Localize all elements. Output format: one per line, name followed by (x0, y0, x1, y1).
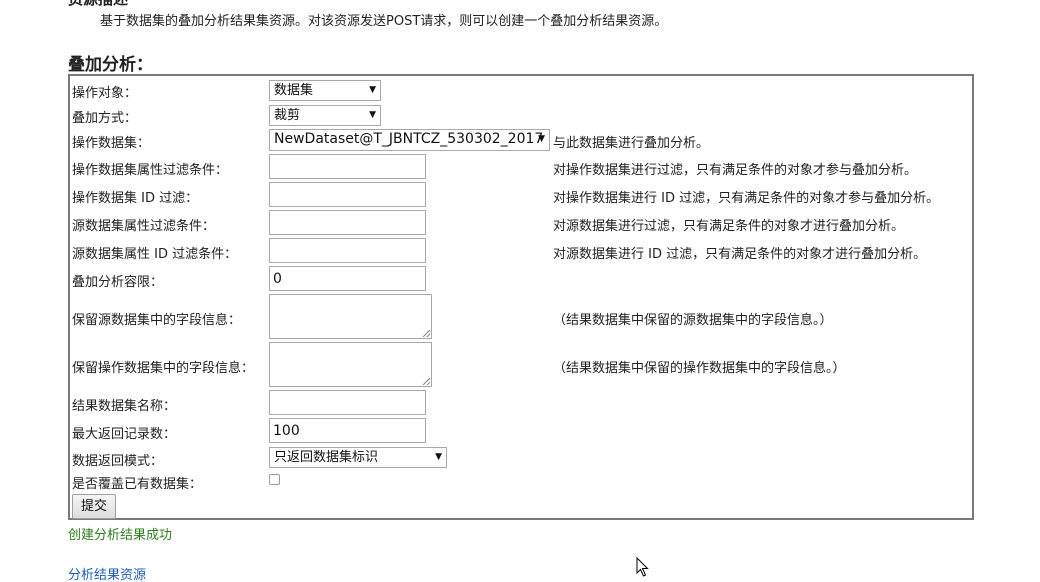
source-id-filter-label: 源数据集属性 ID 过滤条件： (72, 247, 238, 262)
mouse-cursor-icon (636, 557, 649, 577)
source-attr-filter-input[interactable] (269, 210, 426, 235)
operate-fields-wrapper (269, 342, 432, 387)
max-records-input[interactable] (269, 418, 426, 443)
row-source-fields: 保留源数据集中的字段信息： （结果数据集中保留的源数据集中的字段信息。） (70, 294, 972, 340)
result-name-input[interactable] (269, 390, 426, 415)
row-operate-object: 操作对象： 数据集 ▼ (70, 78, 972, 101)
row-result-name: 结果数据集名称： (70, 390, 972, 416)
row-overwrite: 是否覆盖已有数据集： (70, 472, 972, 492)
success-message: 创建分析结果成功 (68, 528, 173, 543)
intro-text: 基于数据集的叠加分析结果集资源。对该资源发送POST请求，则可以创建一个叠加分析… (100, 14, 668, 29)
operate-attr-filter-desc: 对操作数据集进行过滤，只有满足条件的对象才参与叠加分析。 (553, 163, 918, 178)
operate-id-filter-input[interactable] (269, 182, 426, 207)
row-max-records: 最大返回记录数： (70, 418, 972, 444)
return-mode-select[interactable]: 只返回数据集标识 ▼ (269, 447, 447, 468)
analysis-result-link[interactable]: 分析结果资源 (68, 564, 146, 582)
row-operate-fields: 保留操作数据集中的字段信息： （结果数据集中保留的操作数据集中的字段信息。） (70, 342, 972, 388)
row-return-mode: 数据返回模式： 只返回数据集标识 ▼ (70, 446, 972, 470)
source-attr-filter-desc: 对源数据集进行过滤，只有满足条件的对象才进行叠加分析。 (553, 219, 905, 234)
overlay-mode-label: 叠加方式： (72, 111, 138, 126)
result-name-label: 结果数据集名称： (72, 399, 177, 414)
resize-grip-icon[interactable] (423, 330, 430, 337)
operate-attr-filter-label: 操作数据集属性过滤条件： (72, 163, 229, 178)
row-operate-id-filter: 操作数据集 ID 过滤： 对操作数据集进行 ID 过滤，只有满足条件的对象才参与… (70, 182, 972, 208)
page-root: 资源描述 基于数据集的叠加分析结果集资源。对该资源发送POST请求，则可以创建一… (0, 0, 1040, 582)
row-source-attr-filter: 源数据集属性过滤条件： 对源数据集进行过滤，只有满足条件的对象才进行叠加分析。 (70, 210, 972, 236)
source-id-filter-input[interactable] (269, 238, 426, 263)
resize-grip-icon[interactable] (423, 378, 430, 385)
return-mode-value: 只返回数据集标识 (274, 450, 379, 465)
operate-fields-desc: （结果数据集中保留的操作数据集中的字段信息。） (553, 361, 846, 376)
operate-dataset-label: 操作数据集： (72, 136, 151, 151)
row-overlay-mode: 叠加方式： 裁剪 ▼ (70, 103, 972, 126)
source-fields-wrapper (269, 294, 432, 339)
overlay-mode-value: 裁剪 (274, 108, 301, 123)
operate-dataset-desc: 与此数据集进行叠加分析。 (553, 136, 710, 151)
submit-button[interactable]: 提交 (72, 494, 117, 519)
tolerance-label: 叠加分析容限： (72, 275, 164, 290)
source-id-filter-desc: 对源数据集进行 ID 过滤，只有满足条件的对象才进行叠加分析。 (553, 247, 927, 262)
section-title: 叠加分析： (68, 55, 153, 75)
return-mode-label: 数据返回模式： (72, 454, 164, 469)
row-operate-attr-filter: 操作数据集属性过滤条件： 对操作数据集进行过滤，只有满足条件的对象才参与叠加分析… (70, 154, 972, 180)
row-tolerance: 叠加分析容限： (70, 266, 972, 292)
source-attr-filter-label: 源数据集属性过滤条件： (72, 219, 216, 234)
operate-fields-label: 保留操作数据集中的字段信息： (72, 361, 255, 376)
operate-attr-filter-input[interactable] (269, 154, 426, 179)
source-fields-textarea[interactable] (269, 294, 432, 339)
operate-object-value: 数据集 (274, 83, 314, 98)
dropdown-arrow-icon: ▼ (538, 134, 545, 144)
operate-object-label: 操作对象： (72, 86, 138, 101)
operate-id-filter-label: 操作数据集 ID 过滤： (72, 191, 199, 206)
row-operate-dataset: 操作数据集： NewDataset@T_JBNTCZ_530302_2017 ▼… (70, 128, 972, 151)
operate-fields-textarea[interactable] (269, 342, 432, 387)
operate-object-select[interactable]: 数据集 ▼ (269, 80, 381, 101)
dropdown-arrow-icon: ▼ (369, 110, 376, 120)
row-source-id-filter: 源数据集属性 ID 过滤条件： 对源数据集进行 ID 过滤，只有满足条件的对象才… (70, 238, 972, 264)
dropdown-arrow-icon: ▼ (369, 85, 376, 95)
source-fields-desc: （结果数据集中保留的源数据集中的字段信息。） (553, 313, 833, 328)
max-records-label: 最大返回记录数： (72, 427, 177, 442)
overlay-form: 操作对象： 数据集 ▼ 叠加方式： 裁剪 ▼ 操作数据集： NewDataset… (68, 74, 974, 520)
resource-heading: 资源描述 (68, 0, 128, 9)
dropdown-arrow-icon: ▼ (435, 452, 442, 462)
operate-dataset-select[interactable]: NewDataset@T_JBNTCZ_530302_2017 ▼ (269, 129, 550, 151)
source-fields-label: 保留源数据集中的字段信息： (72, 313, 242, 328)
operate-dataset-value: NewDataset@T_JBNTCZ_530302_2017 (274, 131, 544, 147)
tolerance-input[interactable] (269, 266, 426, 291)
overlay-mode-select[interactable]: 裁剪 ▼ (269, 105, 381, 126)
overwrite-label: 是否覆盖已有数据集： (72, 477, 203, 492)
overwrite-checkbox[interactable] (269, 474, 280, 485)
operate-id-filter-desc: 对操作数据集进行 ID 过滤，只有满足条件的对象才参与叠加分析。 (553, 191, 940, 206)
